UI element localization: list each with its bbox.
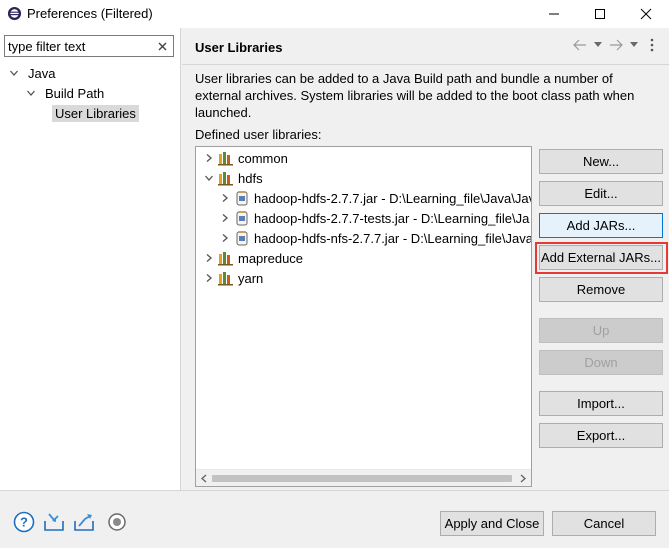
- cancel-button[interactable]: Cancel: [552, 511, 656, 536]
- help-icon[interactable]: ?: [13, 511, 35, 533]
- library-label: hdfs: [238, 170, 263, 186]
- user-libraries-tree[interactable]: common hdfs hadoop-hdfs-2.7.7.jar - D:\L…: [195, 146, 532, 487]
- clear-filter-button[interactable]: [155, 37, 169, 55]
- jar-row[interactable]: hadoop-hdfs-nfs-2.7.7.jar - D:\Learning_…: [219, 228, 532, 248]
- close-button[interactable]: [623, 0, 669, 28]
- up-button[interactable]: Up: [539, 318, 663, 343]
- maximize-icon: [595, 9, 605, 19]
- edit-button[interactable]: Edit...: [539, 181, 663, 206]
- library-icon: [218, 150, 234, 166]
- library-icon: [218, 250, 234, 266]
- page-title: User Libraries: [195, 40, 283, 55]
- library-row-mapreduce[interactable]: mapreduce: [203, 248, 303, 268]
- jar-label: hadoop-hdfs-2.7.7-tests.jar - D:\Learnin…: [254, 210, 530, 226]
- window-title: Preferences (Filtered): [27, 6, 153, 21]
- chevron-right-icon[interactable]: [203, 152, 215, 164]
- jar-row[interactable]: hadoop-hdfs-2.7.7.jar - D:\Learning_file…: [219, 188, 532, 208]
- defined-libraries-label: Defined user libraries:: [195, 127, 322, 142]
- nav-item-label: User Libraries: [52, 104, 139, 122]
- import-button[interactable]: Import...: [539, 391, 663, 416]
- dialog-button-bar: ? Apply and Close Cancel: [0, 490, 669, 548]
- chevron-down-icon[interactable]: [8, 67, 20, 79]
- chevron-right-icon[interactable]: [219, 212, 231, 224]
- jar-icon: [234, 210, 250, 226]
- nav-item-label: Build Path: [45, 85, 105, 101]
- nav-item-label: Java: [28, 65, 56, 81]
- chevron-right-icon[interactable]: [203, 272, 215, 284]
- clear-icon: [158, 42, 166, 50]
- minimize-button[interactable]: [531, 0, 577, 28]
- library-row-common[interactable]: common: [203, 148, 288, 168]
- library-row-hdfs[interactable]: hdfs: [203, 168, 263, 188]
- history-navigation: [573, 38, 659, 52]
- minimize-icon: [549, 13, 559, 15]
- chevron-right-icon[interactable]: [203, 252, 215, 264]
- library-label: yarn: [238, 270, 264, 286]
- library-label: common: [238, 150, 288, 166]
- library-icon: [218, 270, 234, 286]
- close-icon: [640, 8, 652, 20]
- forward-icon[interactable]: [609, 38, 623, 52]
- add-external-jars-button[interactable]: Add External JARs...: [539, 245, 663, 270]
- add-jars-button[interactable]: Add JARs...: [539, 213, 663, 238]
- chevron-down-icon[interactable]: [203, 172, 215, 184]
- scroll-left-icon[interactable]: [198, 473, 210, 484]
- svg-text:?: ?: [20, 515, 28, 530]
- chevron-right-icon[interactable]: [219, 192, 231, 204]
- page-description: User libraries can be added to a Java Bu…: [195, 71, 635, 120]
- nav-item-user-libraries[interactable]: User Libraries: [52, 103, 139, 123]
- library-label: mapreduce: [238, 250, 304, 266]
- jar-icon: [234, 230, 250, 246]
- filter-box[interactable]: [4, 35, 174, 57]
- horizontal-scrollbar[interactable]: [196, 469, 531, 486]
- nav-item-java[interactable]: Java: [8, 63, 58, 83]
- remove-button[interactable]: Remove: [539, 277, 663, 302]
- forward-menu-icon[interactable]: [627, 38, 641, 52]
- divider: [182, 64, 669, 65]
- chevron-down-icon[interactable]: [25, 87, 37, 99]
- chevron-right-icon[interactable]: [219, 232, 231, 244]
- jar-row[interactable]: hadoop-hdfs-2.7.7-tests.jar - D:\Learnin…: [219, 208, 529, 228]
- export-preferences-icon[interactable]: [73, 511, 95, 533]
- filter-input[interactable]: [8, 38, 156, 54]
- apply-and-close-button[interactable]: Apply and Close: [440, 511, 544, 536]
- jar-label: hadoop-hdfs-nfs-2.7.7.jar - D:\Learning_…: [254, 230, 532, 246]
- back-icon[interactable]: [573, 38, 587, 52]
- user-libraries-page: User Libraries User libraries can be add…: [182, 28, 669, 490]
- library-icon: [218, 170, 234, 186]
- eclipse-icon: [7, 6, 22, 21]
- preferences-nav-pane: Java Build Path User Libraries: [0, 28, 181, 490]
- view-menu-icon[interactable]: [645, 38, 659, 52]
- jar-icon: [234, 190, 250, 206]
- new-button[interactable]: New...: [539, 149, 663, 174]
- record-icon[interactable]: [106, 511, 128, 533]
- scrollbar-thumb[interactable]: [212, 475, 512, 482]
- library-row-yarn[interactable]: yarn: [203, 268, 263, 288]
- maximize-button[interactable]: [577, 0, 623, 28]
- title-bar: Preferences (Filtered): [0, 0, 669, 28]
- export-button[interactable]: Export...: [539, 423, 663, 448]
- scroll-right-icon[interactable]: [517, 473, 529, 484]
- jar-label: hadoop-hdfs-2.7.7.jar - D:\Learning_file…: [254, 190, 532, 206]
- back-menu-icon[interactable]: [591, 38, 605, 52]
- import-preferences-icon[interactable]: [43, 511, 65, 533]
- down-button[interactable]: Down: [539, 350, 663, 375]
- nav-item-build-path[interactable]: Build Path: [25, 83, 107, 103]
